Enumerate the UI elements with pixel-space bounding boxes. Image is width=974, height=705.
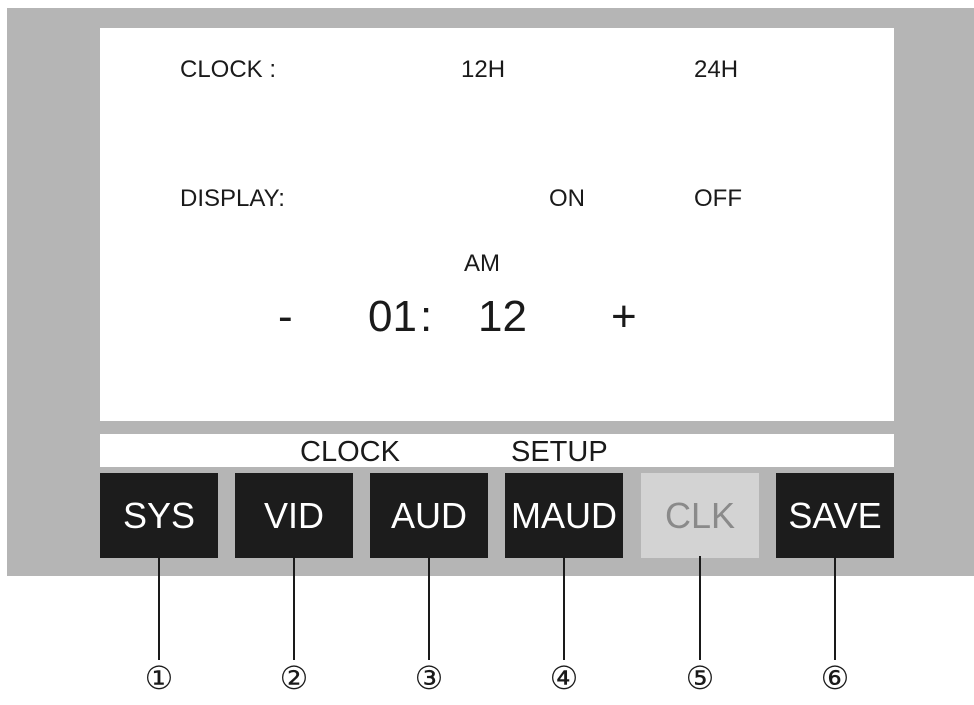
callout-number-6: ⑥	[820, 660, 850, 696]
display-on-option[interactable]: ON	[549, 187, 585, 211]
am-pm-indicator[interactable]: AM	[464, 252, 500, 276]
callout-number-3: ③	[414, 660, 444, 696]
save-button[interactable]: SAVE	[776, 473, 894, 558]
decrement-button[interactable]: -	[278, 295, 293, 339]
aud-button[interactable]: AUD	[370, 473, 488, 558]
callout-line-4	[563, 556, 565, 660]
callout-number-4: ④	[549, 660, 579, 696]
clock-24h-option[interactable]: 24H	[694, 58, 738, 82]
minute-value[interactable]: 12	[478, 295, 527, 339]
menu-title-bar: CLOCK SETUP	[100, 434, 894, 467]
callout-line-1	[158, 556, 160, 660]
callout-line-6	[834, 556, 836, 660]
clock-12h-option[interactable]: 12H	[461, 58, 505, 82]
increment-button[interactable]: +	[611, 295, 637, 339]
callout-line-5	[699, 556, 701, 660]
callout-number-2: ②	[279, 660, 309, 696]
callout-number-1: ①	[144, 660, 174, 696]
time-separator: :	[420, 292, 433, 341]
sys-button[interactable]: SYS	[100, 473, 218, 558]
hour-value[interactable]: 01	[368, 295, 417, 339]
menu-title-setup: SETUP	[511, 436, 608, 468]
display-off-option[interactable]: OFF	[694, 187, 742, 211]
vid-button[interactable]: VID	[235, 473, 353, 558]
maud-button[interactable]: MAUD	[505, 473, 623, 558]
callout-number-5: ⑤	[685, 660, 715, 696]
callout-line-2	[293, 556, 295, 660]
display-label: DISPLAY:	[180, 185, 285, 212]
display-screen: CLOCK : 12H 24H DISPLAY: ON OFF AM - 01 …	[100, 28, 894, 421]
menu-title-clock: CLOCK	[300, 436, 400, 468]
clk-button[interactable]: CLK	[641, 473, 759, 558]
callout-line-3	[428, 556, 430, 660]
clock-format-label: CLOCK :	[180, 56, 277, 83]
